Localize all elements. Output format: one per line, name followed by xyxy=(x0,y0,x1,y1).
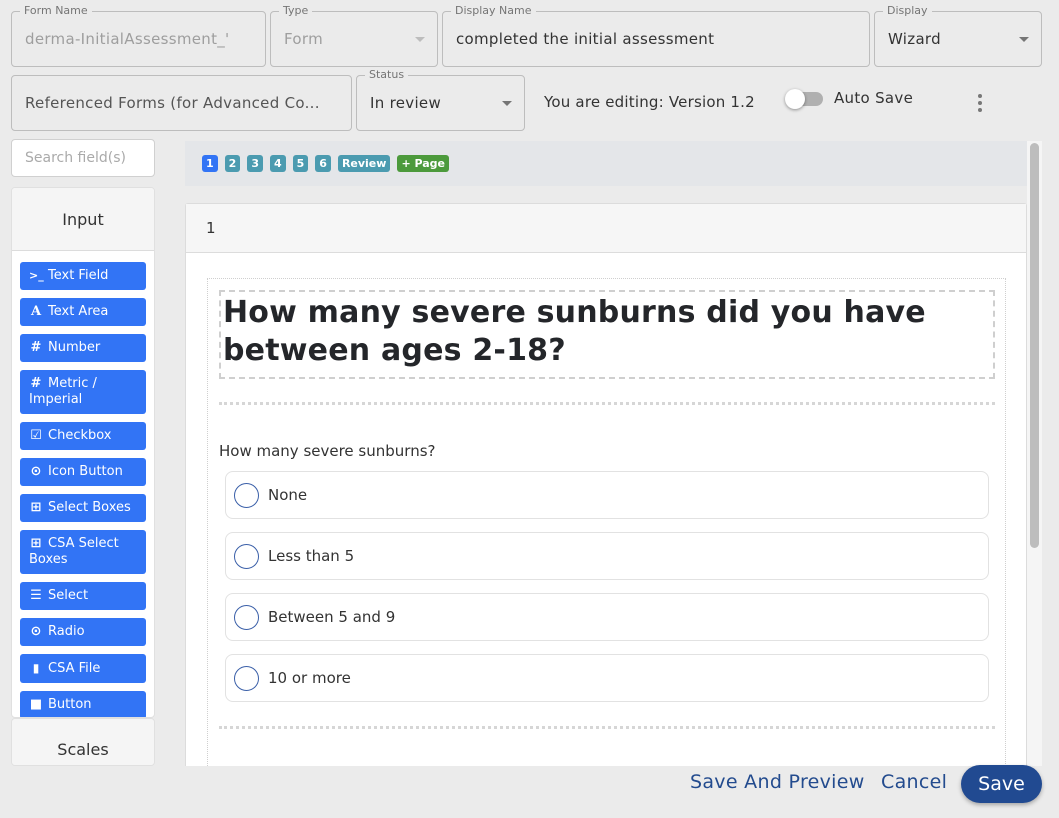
display-label: Display xyxy=(883,4,932,18)
check-square-icon: ☑ xyxy=(30,428,42,443)
component-csa-select-boxes[interactable]: ⊞ CSA Select Boxes xyxy=(20,530,146,574)
form-name-field[interactable]: Form Name derma-InitialAssessment_' xyxy=(11,4,266,67)
display-value: Wizard xyxy=(888,30,941,48)
display-select[interactable]: Display Wizard xyxy=(874,4,1042,67)
more-vertical-icon[interactable] xyxy=(970,92,990,114)
stop-icon: ■ xyxy=(29,697,43,712)
scales-group-header[interactable]: Scales xyxy=(12,719,154,765)
cancel-button[interactable]: Cancel xyxy=(881,771,947,793)
component-text-area[interactable]: A Text Area xyxy=(20,298,146,326)
font-icon: A xyxy=(30,304,42,319)
save-and-preview-button[interactable]: Save And Preview xyxy=(690,771,865,793)
search-fields-input[interactable] xyxy=(11,139,155,177)
version-indicator: You are editing: Version 1.2 xyxy=(544,93,755,111)
component-select-boxes[interactable]: ⊞ Select Boxes xyxy=(20,494,146,522)
radio-circle-icon xyxy=(234,665,259,691)
radio-circle-icon xyxy=(234,604,259,630)
type-label: Type xyxy=(279,4,313,18)
display-name-label: Display Name xyxy=(451,4,536,18)
input-group-header[interactable]: Input xyxy=(12,188,154,251)
radio-option-10-or-more[interactable]: 10 or more xyxy=(225,654,989,702)
radio-option-between-5-and-9[interactable]: Between 5 and 9 xyxy=(225,593,989,641)
scrollbar-thumb[interactable] xyxy=(1030,143,1039,548)
dot-circle-icon: ⊙ xyxy=(30,464,42,479)
status-select[interactable]: Status In review xyxy=(356,68,525,131)
component-number[interactable]: # Number xyxy=(20,334,146,362)
status-value: In review xyxy=(370,94,442,112)
drop-separator xyxy=(219,726,995,729)
add-page-button[interactable]: + Page xyxy=(397,155,450,172)
wizard-page-nav: 1 2 3 4 5 6 Review + Page xyxy=(185,141,1027,186)
radio-question-label: How many severe sunburns? xyxy=(219,442,436,460)
heading-component[interactable]: How many severe sunburns did you have be… xyxy=(219,290,995,379)
input-components-panel: Input >_ Text Field A Text Area # Number # M… xyxy=(11,187,155,718)
page-tab-3[interactable]: 3 xyxy=(247,155,263,172)
component-list: >_ Text Field A Text Area # Number # Metric … xyxy=(12,251,154,717)
form-name-label: Form Name xyxy=(20,4,92,18)
drop-separator xyxy=(219,402,995,405)
radio-circle-icon xyxy=(234,482,259,508)
save-button[interactable]: Save xyxy=(961,765,1042,803)
file-icon: ▮ xyxy=(32,661,40,675)
page-card: 1 How many severe sunburns did you have … xyxy=(185,203,1027,766)
display-name-value: completed the initial assessment xyxy=(456,30,715,48)
auto-save-toggle[interactable] xyxy=(785,89,823,109)
component-csa-file[interactable]: ▮ CSA File xyxy=(20,654,146,683)
page-tab-5[interactable]: 5 xyxy=(292,155,309,172)
chevron-down-icon xyxy=(415,37,425,42)
hashtag-icon: # xyxy=(30,376,42,391)
hashtag-icon: # xyxy=(30,340,42,355)
list-icon: ☰ xyxy=(30,588,42,603)
chevron-down-icon xyxy=(502,101,512,106)
auto-save-label: Auto Save xyxy=(834,89,914,107)
page-tab-review[interactable]: Review xyxy=(337,155,391,172)
form-name-value: derma-InitialAssessment_' xyxy=(25,30,230,48)
type-value: Form xyxy=(284,30,323,48)
type-select[interactable]: Type Form xyxy=(270,4,438,67)
referenced-forms-select[interactable]: Referenced Forms (for Advanced Co... xyxy=(11,75,352,131)
radio-option-none[interactable]: None xyxy=(225,471,989,519)
page-tab-1[interactable]: 1 xyxy=(202,155,218,172)
display-name-field[interactable]: Display Name completed the initial asses… xyxy=(442,4,870,67)
chevron-down-icon xyxy=(1019,37,1029,42)
scales-components-panel: Scales xyxy=(11,718,155,766)
component-checkbox[interactable]: ☑ Checkbox xyxy=(20,422,146,450)
component-icon-button[interactable]: ⊙ Icon Button xyxy=(20,458,146,486)
page-tab-4[interactable]: 4 xyxy=(269,155,286,172)
component-drop-zone: How many severe sunburns did you have be… xyxy=(207,278,1006,766)
page-card-title: 1 xyxy=(186,204,1026,253)
dot-circle-icon: ⊙ xyxy=(30,624,42,639)
component-radio[interactable]: ⊙ Radio xyxy=(20,618,146,646)
radio-circle-icon xyxy=(234,543,259,569)
page-tab-6[interactable]: 6 xyxy=(315,155,331,172)
canvas-scrollbar[interactable] xyxy=(1027,141,1042,766)
referenced-forms-value: Referenced Forms (for Advanced Co... xyxy=(25,94,320,112)
toggle-thumb xyxy=(785,89,805,109)
status-label: Status xyxy=(365,68,409,82)
plus-square-icon: ⊞ xyxy=(30,500,42,515)
question-heading: How many severe sunburns did you have be… xyxy=(223,295,926,368)
plus-square-icon: ⊞ xyxy=(30,536,42,551)
radio-option-less-than-5[interactable]: Less than 5 xyxy=(225,532,989,580)
component-select[interactable]: ☰ Select xyxy=(20,582,146,610)
terminal-icon: >_ xyxy=(29,269,44,282)
form-builder-canvas: 1 2 3 4 5 6 Review + Page 1 How many sev… xyxy=(185,141,1042,766)
component-metric-imperial[interactable]: # Metric / Imperial xyxy=(20,370,146,414)
page-tab-2[interactable]: 2 xyxy=(224,155,241,172)
component-button[interactable]: ■ Button xyxy=(20,691,146,717)
component-text-field[interactable]: >_ Text Field xyxy=(20,262,146,290)
